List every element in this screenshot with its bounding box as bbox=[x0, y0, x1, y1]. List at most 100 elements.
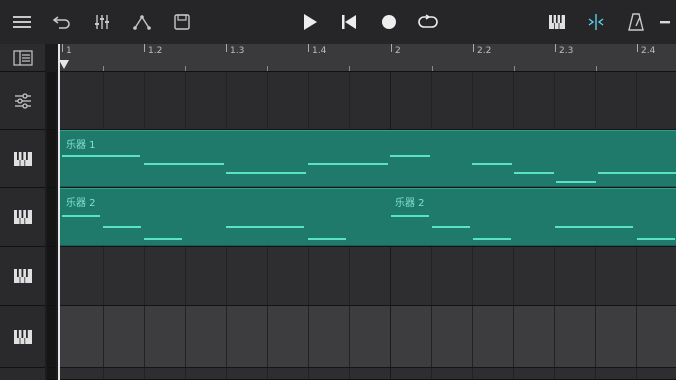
grid-line bbox=[144, 368, 145, 379]
grid-line bbox=[349, 247, 350, 305]
midi-note[interactable] bbox=[308, 238, 346, 240]
midi-clip[interactable]: 乐器 2 bbox=[60, 188, 389, 246]
menu-icon[interactable] bbox=[6, 6, 38, 38]
toolbar bbox=[0, 0, 676, 44]
midi-note[interactable] bbox=[144, 163, 224, 165]
track-lane-3[interactable] bbox=[60, 247, 676, 306]
grid-line bbox=[472, 72, 473, 129]
track-lane-5[interactable] bbox=[60, 368, 676, 380]
grid-line bbox=[595, 247, 596, 305]
grid-line bbox=[636, 368, 637, 379]
loop-icon[interactable] bbox=[412, 6, 444, 38]
ruler-minor-tick bbox=[349, 66, 350, 71]
track-list-icon bbox=[12, 49, 33, 66]
grid-line bbox=[636, 72, 637, 129]
grid-line bbox=[308, 247, 309, 305]
grid-line bbox=[185, 247, 186, 305]
ruler-tick bbox=[308, 44, 309, 52]
grid-line bbox=[595, 72, 596, 129]
track-strip-3 bbox=[47, 247, 56, 306]
master-track-strip bbox=[47, 72, 56, 130]
timeline-ruler[interactable]: 1 1.2 1.3 1.4 2 2.2 2.3 2.4 bbox=[60, 44, 676, 72]
midi-note[interactable] bbox=[473, 238, 511, 240]
rewind-to-start-icon[interactable] bbox=[333, 6, 365, 38]
grid-line bbox=[554, 72, 555, 129]
master-track-header[interactable] bbox=[0, 72, 45, 130]
track-header-5[interactable] bbox=[0, 368, 45, 380]
grid-line bbox=[267, 72, 268, 129]
ruler-label: 2.2 bbox=[477, 46, 492, 56]
grid-line bbox=[144, 72, 145, 129]
track-header-4[interactable] bbox=[0, 306, 45, 368]
grid-line bbox=[390, 368, 391, 379]
midi-note[interactable] bbox=[226, 226, 304, 228]
midi-note[interactable] bbox=[555, 226, 633, 228]
midi-note[interactable] bbox=[103, 226, 141, 228]
ruler-tick bbox=[637, 44, 638, 52]
midi-note[interactable] bbox=[308, 163, 388, 165]
grid-line bbox=[472, 306, 473, 367]
ruler-minor-tick bbox=[432, 66, 433, 71]
grid-line bbox=[513, 72, 514, 129]
midi-note[interactable] bbox=[62, 215, 100, 217]
grid-line bbox=[308, 368, 309, 379]
grid-line bbox=[103, 368, 104, 379]
grid-line bbox=[636, 247, 637, 305]
grid-line bbox=[390, 72, 391, 129]
grid-line bbox=[472, 368, 473, 379]
midi-note[interactable] bbox=[556, 181, 596, 183]
record-icon[interactable] bbox=[373, 6, 405, 38]
midi-note[interactable] bbox=[62, 155, 140, 157]
grid-line bbox=[513, 247, 514, 305]
ruler-tick bbox=[62, 44, 63, 52]
midi-note[interactable] bbox=[226, 172, 306, 174]
midi-clip[interactable]: 乐器 1 bbox=[60, 130, 676, 187]
grid-line bbox=[554, 368, 555, 379]
metronome-icon[interactable] bbox=[620, 6, 652, 38]
undo-icon[interactable] bbox=[46, 6, 78, 38]
midi-note[interactable] bbox=[391, 215, 429, 217]
piano-keys-icon bbox=[13, 329, 32, 344]
add-icon[interactable] bbox=[660, 6, 676, 38]
track-header-2[interactable] bbox=[0, 188, 45, 247]
midi-note[interactable] bbox=[472, 163, 512, 165]
play-icon[interactable] bbox=[294, 6, 326, 38]
piano-keys-icon[interactable] bbox=[541, 6, 573, 38]
ruler-tick bbox=[391, 44, 392, 52]
ruler-label: 2.3 bbox=[559, 46, 574, 56]
snap-icon[interactable] bbox=[580, 6, 612, 38]
grid-line bbox=[390, 247, 391, 305]
automation-icon[interactable] bbox=[126, 6, 158, 38]
grid-line bbox=[226, 368, 227, 379]
track-header-1[interactable] bbox=[0, 130, 45, 188]
clip-name: 乐器 2 bbox=[395, 198, 425, 209]
track-lane-1[interactable]: 乐器 1 bbox=[60, 130, 676, 188]
grid-line bbox=[636, 306, 637, 367]
grid-line bbox=[308, 306, 309, 367]
grid-line bbox=[144, 306, 145, 367]
grid-line bbox=[267, 247, 268, 305]
midi-note[interactable] bbox=[598, 172, 676, 174]
grid-line bbox=[431, 247, 432, 305]
ruler-minor-tick bbox=[596, 66, 597, 71]
midi-note[interactable] bbox=[144, 238, 182, 240]
track-lane-4[interactable] bbox=[60, 306, 676, 368]
grid-line bbox=[595, 368, 596, 379]
midi-note[interactable] bbox=[514, 172, 554, 174]
playhead-marker[interactable] bbox=[59, 60, 69, 69]
track-header-3[interactable] bbox=[0, 247, 45, 306]
track-strip-4 bbox=[47, 306, 56, 368]
grid-line bbox=[431, 72, 432, 129]
track-list-toggle[interactable] bbox=[0, 44, 45, 72]
ruler-tick bbox=[473, 44, 474, 52]
ruler-label: 1 bbox=[66, 46, 72, 56]
mixer-icon[interactable] bbox=[86, 6, 118, 38]
midi-note[interactable] bbox=[390, 155, 430, 157]
track-lane-2[interactable]: 乐器 2 乐器 2 bbox=[60, 188, 676, 247]
grid-line bbox=[103, 72, 104, 129]
midi-note[interactable] bbox=[432, 226, 470, 228]
master-track-lane[interactable] bbox=[60, 72, 676, 130]
midi-note[interactable] bbox=[637, 238, 675, 240]
save-icon[interactable] bbox=[166, 6, 198, 38]
midi-clip[interactable]: 乐器 2 bbox=[389, 188, 676, 246]
